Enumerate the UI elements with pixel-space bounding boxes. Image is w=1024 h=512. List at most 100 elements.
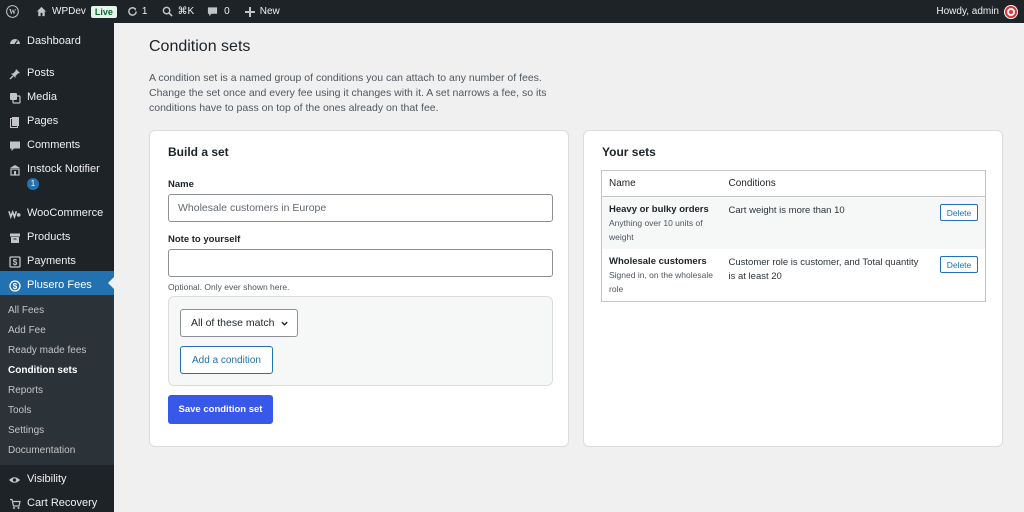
avatar-icon — [1004, 4, 1018, 19]
sidebar-item-label: Cart Recovery — [27, 497, 98, 509]
refresh-icon — [127, 6, 138, 17]
pages-icon — [8, 115, 21, 128]
dashboard-icon — [8, 35, 21, 48]
name-input[interactable] — [168, 194, 553, 222]
set-actions-cell: Delete — [933, 249, 986, 302]
sidebar-item-label: Visibility — [27, 473, 67, 485]
your-sets-card: Your sets Name Conditions Heavy or bulky… — [583, 130, 1003, 447]
svg-text:$: $ — [12, 282, 17, 291]
notification-badge: 1 — [27, 178, 39, 190]
submenu-add-fee[interactable]: Add Fee — [0, 321, 114, 341]
set-name-cell: Heavy or bulky orders Anything over 10 u… — [601, 196, 722, 249]
page-title: Condition sets — [149, 38, 251, 55]
delete-button[interactable]: Delete — [940, 256, 978, 273]
admin-bar: W WPDev Live 1 ⌘K 0 New Howdy, admin — [0, 0, 1024, 23]
sidebar-item-media[interactable]: Media — [0, 83, 114, 107]
table-row: Wholesale customers Signed in, on the wh… — [602, 249, 986, 302]
column-header-conditions: Conditions — [721, 170, 933, 197]
sidebar-item-posts[interactable]: Posts — [0, 59, 114, 83]
sidebar-item-woocommerce[interactable]: WooCommerce — [0, 199, 114, 223]
note-help-text: Optional. Only ever shown here. — [168, 282, 290, 292]
sidebar-item-plusero-fees[interactable]: $ Plusero Fees — [0, 271, 114, 295]
search-icon — [162, 6, 174, 17]
search-shortcut: ⌘K — [177, 6, 195, 17]
eye-icon — [8, 473, 21, 486]
chevron-down-icon — [280, 319, 289, 331]
build-set-heading: Build a set — [168, 145, 229, 159]
comment-icon — [207, 6, 218, 17]
submenu-condition-sets[interactable]: Condition sets — [0, 361, 114, 381]
your-sets-heading: Your sets — [602, 145, 656, 159]
sidebar-item-label: Media — [27, 91, 57, 103]
set-conditions: Customer role is customer, and Total qua… — [728, 257, 919, 282]
sidebar-item-products[interactable]: Products — [0, 223, 114, 247]
greeting: Howdy, admin — [936, 6, 999, 17]
sidebar-item-payments[interactable]: $ Payments — [0, 247, 114, 271]
delete-button[interactable]: Delete — [940, 204, 978, 221]
set-conditions: Cart weight is more than 10 — [728, 205, 845, 216]
store-icon — [8, 163, 21, 176]
add-condition-button[interactable]: Add a condition — [180, 346, 273, 374]
pin-icon — [8, 67, 21, 80]
media-icon — [8, 91, 21, 104]
set-description: Signed in, on the wholesale role — [609, 270, 713, 294]
set-description: Anything over 10 units of weight — [609, 218, 703, 242]
sidebar-item-label: Pages — [27, 115, 59, 127]
submenu-all-fees[interactable]: All Fees — [0, 301, 114, 321]
home-icon — [36, 6, 47, 17]
set-conditions-cell: Customer role is customer, and Total qua… — [722, 249, 934, 302]
wordpress-logo-icon[interactable]: W — [0, 0, 24, 23]
new-content-link[interactable]: New — [235, 0, 285, 23]
site-name-link[interactable]: WPDev Live — [24, 0, 122, 23]
set-name: Wholesale customers — [609, 256, 707, 267]
sidebar-item-instock-notifier[interactable]: Instock Notifier 1 — [0, 155, 114, 199]
updates-count: 1 — [141, 6, 148, 17]
match-mode-value: All of these match — [191, 317, 275, 329]
table-header-row: Name Conditions — [601, 170, 986, 197]
sidebar-item-dashboard[interactable]: Dashboard — [0, 27, 114, 51]
comments-count: 0 — [224, 6, 230, 17]
condition-group: All of these match Add a condition — [168, 296, 553, 386]
cart-icon — [8, 497, 21, 510]
submenu-settings[interactable]: Settings — [0, 421, 114, 441]
svg-text:$: $ — [12, 258, 17, 267]
submenu-documentation[interactable]: Documentation — [0, 441, 114, 461]
submenu-ready-made-fees[interactable]: Ready made fees — [0, 341, 114, 361]
note-input[interactable] — [168, 249, 553, 277]
command-search[interactable]: ⌘K — [152, 0, 199, 23]
my-account[interactable]: Howdy, admin — [936, 4, 1024, 19]
sidebar-item-label: Products — [27, 231, 71, 243]
plus-icon — [244, 6, 255, 17]
sidebar-item-pages[interactable]: Pages — [0, 107, 114, 131]
updates-link[interactable]: 1 — [122, 0, 153, 23]
main-content: Condition sets A condition set is a name… — [114, 23, 1024, 512]
set-actions-cell: Delete — [933, 196, 986, 249]
build-set-card: Build a set Name Note to yourself Option… — [149, 130, 569, 447]
dollar-icon: $ — [8, 279, 21, 292]
sidebar-item-label: Comments — [27, 139, 81, 151]
table-row: Heavy or bulky orders Anything over 10 u… — [601, 196, 986, 249]
sidebar-item-visibility[interactable]: Visibility — [0, 465, 114, 489]
archive-icon — [8, 231, 21, 244]
name-label: Name — [168, 179, 194, 190]
match-mode-select[interactable]: All of these match — [180, 309, 298, 337]
payments-icon: $ — [8, 255, 21, 268]
submenu-tools[interactable]: Tools — [0, 401, 114, 421]
plusero-fees-submenu: All Fees Add Fee Ready made fees Conditi… — [0, 295, 114, 465]
page-intro: A condition set is a named group of cond… — [149, 72, 547, 114]
svg-text:W: W — [9, 8, 17, 16]
sidebar-item-comments[interactable]: Comments — [0, 131, 114, 155]
live-badge: Live — [90, 5, 117, 18]
set-conditions-cell: Cart weight is more than 10 — [721, 196, 933, 249]
save-condition-set-button[interactable]: Save condition set — [168, 395, 273, 424]
column-header-name: Name — [601, 170, 722, 197]
submenu-reports[interactable]: Reports — [0, 381, 114, 401]
sidebar-item-label: Dashboard — [27, 35, 81, 47]
woocommerce-icon — [8, 207, 21, 220]
sidebar-item-cart-recovery[interactable]: Cart Recovery — [0, 489, 114, 512]
comments-link[interactable]: 0 — [199, 0, 235, 23]
set-name: Heavy or bulky orders — [609, 204, 709, 215]
column-header-actions — [933, 170, 986, 197]
sets-table: Name Conditions Heavy or bulky orders An… — [601, 170, 986, 302]
new-label: New — [259, 6, 280, 17]
